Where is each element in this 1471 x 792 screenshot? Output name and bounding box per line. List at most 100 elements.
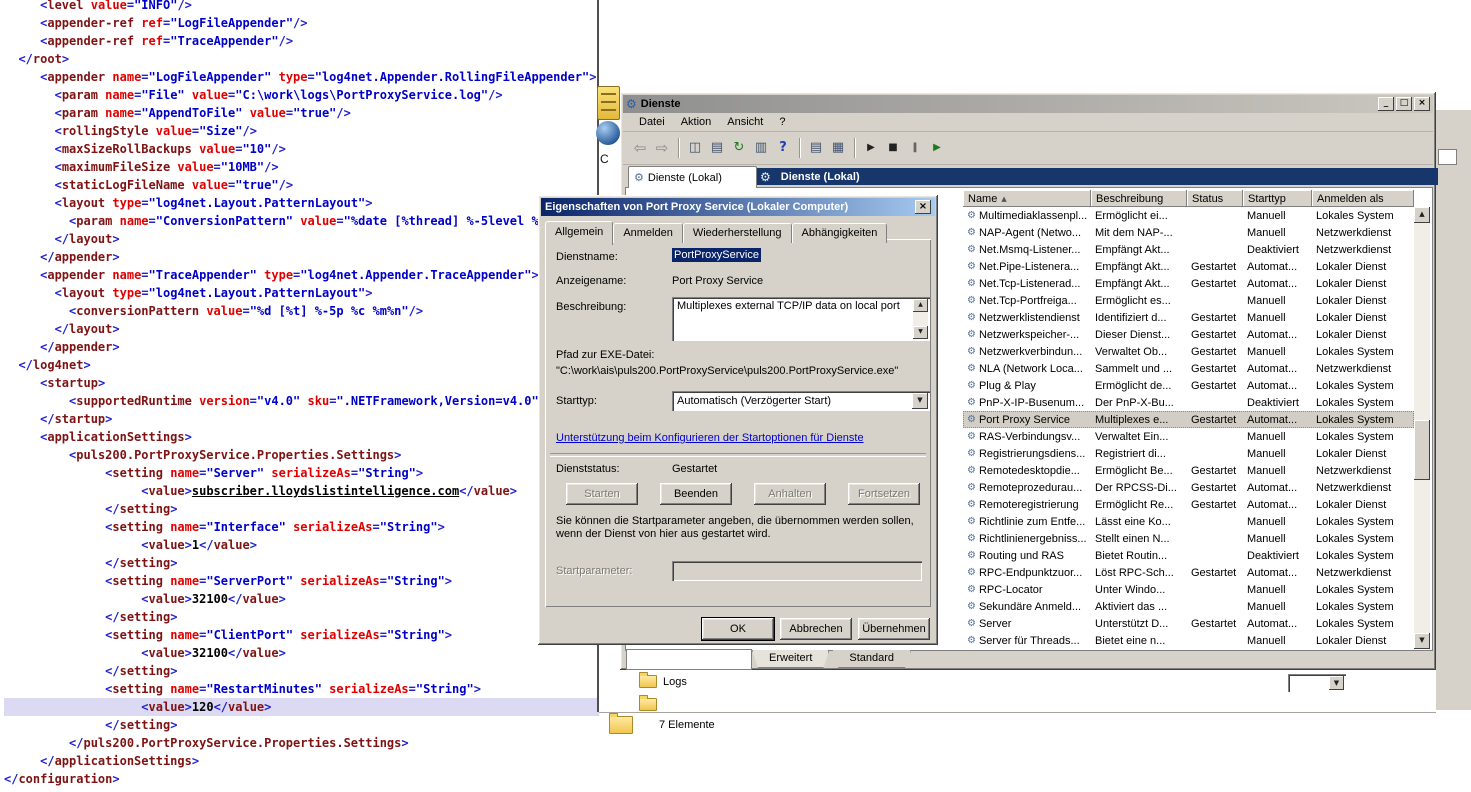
abbrechen-button[interactable]: Abbrechen [780,618,852,640]
fortsetzen-button[interactable]: Fortsetzen [848,483,920,505]
service-row[interactable]: ⚙PnP-X-IP-Busenum...Der PnP-X-Bu...Deakt… [963,394,1414,411]
viewdetail-icon[interactable]: ▦ [827,138,849,158]
stop-icon[interactable]: ■ [882,138,904,158]
restart-icon[interactable]: ▶ [926,138,948,158]
starttyp-combobox[interactable]: Automatisch (Verzögerter Start) ▼ [672,391,930,411]
service-row[interactable]: ⚙Multimediaklassenpl...Ermöglicht ei...M… [963,207,1414,224]
column-header[interactable]: Beschreibung [1091,190,1187,207]
vertical-scrollbar[interactable]: ▲ ▼ [1414,207,1430,649]
anhalten-button[interactable]: Anhalten [754,483,826,505]
dropdown-arrow-icon[interactable]: ▼ [1329,676,1344,690]
service-cell: Manuell [1243,513,1312,530]
dialog-tab[interactable]: Anmelden [613,223,683,243]
service-row[interactable]: ⚙Net.Tcp-Listenerad...Empfängt Akt...Ges… [963,275,1414,292]
xml-line: </appender> [4,338,601,356]
list-icon[interactable]: ▤ [706,138,728,158]
service-cell: Manuell [1243,224,1312,241]
menu-item[interactable]: Datei [631,114,673,130]
folder-item-logs[interactable]: Logs [639,675,687,688]
service-gear-icon: ⚙ [967,261,976,272]
window-title: Dienste [641,98,681,110]
pause-icon[interactable]: ‖ [904,138,926,158]
service-row[interactable]: ⚙NetzwerklistendienstIdentifiziert d...G… [963,309,1414,326]
scroll-up-icon[interactable]: ▲ [1414,207,1430,223]
title-bar[interactable]: ⚙ Dienste _ □ × [623,95,1433,113]
beschreibung-scrollbar[interactable]: ▲ ▼ [913,299,928,339]
column-header[interactable]: Status [1187,190,1243,207]
service-row[interactable]: ⚙Net.Pipe-Listenera...Empfängt Akt...Ges… [963,258,1414,275]
dialog-title: Eigenschaften von Port Proxy Service (Lo… [545,201,848,213]
service-row[interactable]: ⚙Sekundäre Anmeld...Aktiviert das ...Man… [963,598,1414,615]
view-tab[interactable]: Standard [832,650,911,668]
service-row[interactable]: ⚙Net.Tcp-Portfreiga...Ermöglicht es...Ma… [963,292,1414,309]
column-header[interactable]: Anmelden als [1312,190,1414,207]
service-row[interactable]: ⚙Registrierungsdiens...Registriert di...… [963,445,1414,462]
xml-editor[interactable]: <level value="INFO"/> <appender-ref ref=… [0,0,601,792]
dialog-title-bar[interactable]: Eigenschaften von Port Proxy Service (Lo… [541,198,935,216]
service-cell: Sammelt und ... [1091,360,1187,377]
service-row[interactable]: ⚙Routing und RASBietet Routin...Deaktivi… [963,547,1414,564]
play-icon[interactable]: ▶ [860,138,882,158]
export-icon[interactable]: ▥ [750,138,772,158]
help-icon[interactable]: ? [772,138,794,158]
console-tree-tab[interactable]: ⚙ Dienste (Lokal) [628,166,757,188]
minimize-button[interactable]: _ [1378,97,1394,111]
menu-item[interactable]: Aktion [673,114,720,130]
service-row[interactable]: ⚙Richtlinie zum Entfe...Lässt eine Ko...… [963,513,1414,530]
dialog-tab[interactable]: Abhängigkeiten [792,223,888,243]
service-row[interactable]: ⚙Remoteprozedurau...Der RPCSS-Di...Gesta… [963,479,1414,496]
dialog-tab[interactable]: Allgemein [545,221,613,245]
scroll-up-icon[interactable]: ▲ [913,299,928,312]
dialog-tab[interactable]: Wiederherstellung [683,223,792,243]
column-header[interactable]: Starttyp [1243,190,1312,207]
service-row[interactable]: ⚙Netzwerkverbindun...Verwaltet Ob...Gest… [963,343,1414,360]
scroll-down-icon[interactable]: ▼ [1414,633,1430,649]
dienstname-value[interactable]: PortProxyService [672,248,761,262]
service-row[interactable]: ⚙RemoteregistrierungErmöglicht Re...Gest… [963,496,1414,513]
tree-icon[interactable]: ◫ [684,138,706,158]
service-row[interactable]: ⚙RPC-Endpunktzuor...Löst RPC-Sch...Gesta… [963,564,1414,581]
scrollbar-thumb[interactable] [1414,420,1430,480]
ok-button[interactable]: OK [702,618,774,640]
startparameter-label: Startparameter: [556,565,632,577]
beschreibung-field[interactable]: Multiplexes external TCP/IP data on loca… [672,297,930,341]
menu-item[interactable]: Ansicht [719,114,771,130]
service-row[interactable]: ⚙Port Proxy ServiceMultiplexes e...Gesta… [963,411,1414,428]
dropdown-arrow-icon[interactable]: ▼ [912,393,928,409]
service-gear-icon: ⚙ [967,601,976,612]
service-row[interactable]: ⚙RPC-LocatorUnter Windo...ManuellLokales… [963,581,1414,598]
service-cell: Gestartet [1187,615,1243,632]
service-row[interactable]: ⚙Net.Msmq-Listener...Empfängt Akt...Deak… [963,241,1414,258]
service-row[interactable]: ⚙Netzwerkspeicher-...Dieser Dienst...Ges… [963,326,1414,343]
service-row[interactable]: ⚙NLA (Network Loca...Sammelt und ...Gest… [963,360,1414,377]
service-row[interactable]: ⚙ServerUnterstützt D...GestartetAutomat.… [963,615,1414,632]
folder-item-partial[interactable] [639,698,657,711]
scroll-down-icon[interactable]: ▼ [913,326,928,339]
service-row[interactable]: ⚙Server für Threads...Bietet eine n...Ma… [963,632,1414,649]
service-row[interactable]: ⚙Richtlinienergebniss...Stellt einen N..… [963,530,1414,547]
viewlist-icon[interactable]: ▤ [805,138,827,158]
close-button[interactable]: × [1414,97,1430,111]
service-row[interactable]: ⚙RAS-Verbindungsv...Verwaltet Ein...Manu… [963,428,1414,445]
back-icon[interactable]: ⇦ [629,138,651,158]
uebernehmen-button[interactable]: Übernehmen [858,618,930,640]
view-tab[interactable]: Erweitert [752,650,829,668]
menu-item[interactable]: ? [771,114,793,130]
startoptions-help-link[interactable]: Unterstützung beim Konfigurieren der Sta… [556,432,864,444]
forward-icon[interactable]: ⇨ [651,138,673,158]
maximize-button[interactable]: □ [1396,97,1412,111]
close-icon[interactable]: × [915,200,931,214]
service-name: ⚙Routing und RAS [963,547,1091,564]
starten-button[interactable]: Starten [566,483,638,505]
service-cell: Manuell [1243,530,1312,547]
filter-dropdown[interactable]: ▼ [1288,674,1346,692]
service-row[interactable]: ⚙Remotedesktopdie...Ermöglicht Be...Gest… [963,462,1414,479]
startparameter-input[interactable] [672,561,922,581]
refresh-icon[interactable]: ↻ [728,138,750,158]
beenden-button[interactable]: Beenden [660,483,732,505]
service-row[interactable]: ⚙NAP-Agent (Netwo...Mit dem NAP-...Manue… [963,224,1414,241]
service-row[interactable]: ⚙Plug & PlayErmöglicht de...GestartetAut… [963,377,1414,394]
xml-line: <setting name="ClientPort" serializeAs="… [4,626,601,644]
column-header[interactable]: Name▲ [963,190,1091,207]
tab-page [545,239,931,607]
